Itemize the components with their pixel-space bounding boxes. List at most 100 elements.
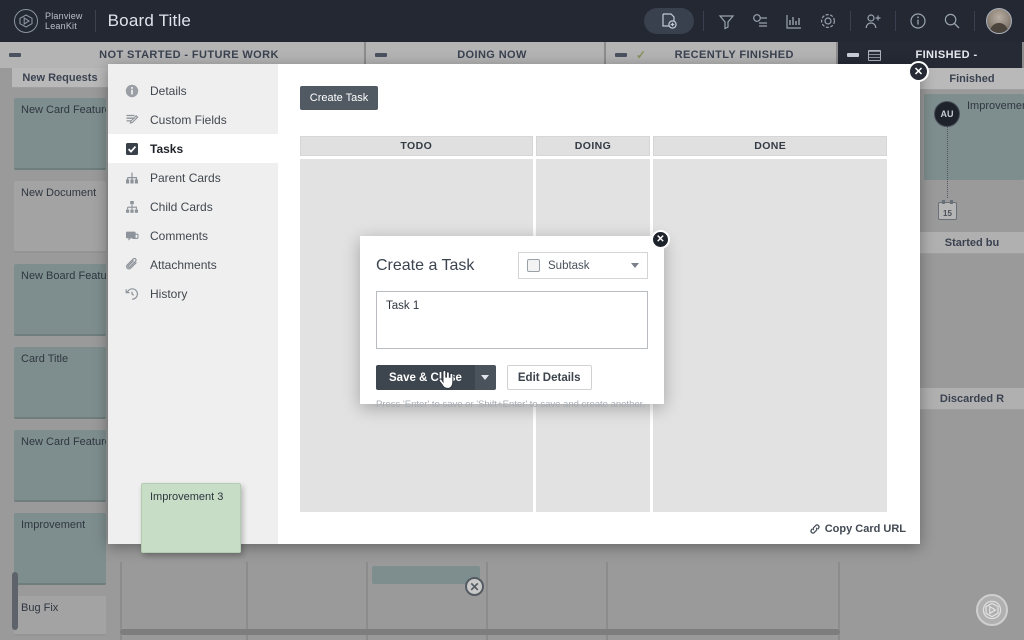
planview-logo-icon [14,9,38,33]
sublane-new-requests[interactable]: New Requests [12,68,108,88]
check-icon: ✓ [636,48,647,62]
divider [895,11,896,31]
dialog-hint-text: Press 'Enter' to save or 'Shift+Enter' t… [376,399,645,410]
copy-card-url-button[interactable]: Copy Card URL [809,523,906,535]
sidebar-item-tasks[interactable]: Tasks [108,134,278,163]
lane-card-layout-icon[interactable] [868,49,881,61]
create-task-button[interactable]: Create Task [300,86,378,110]
list-item[interactable]: Card Title [14,347,106,419]
sidebar-item-history[interactable]: History [108,279,278,308]
due-date-day: 15 [943,209,952,218]
divider [974,11,975,31]
task-type-value: Subtask [548,259,590,272]
avatar[interactable]: AU [934,101,960,127]
lane-title: NOT STARTED - FUTURE WORK [99,49,279,61]
dragged-card[interactable]: Improvement 3 [141,483,241,553]
sublane-started-but[interactable]: Started bu [920,232,1024,254]
board-horizontal-scrollbar[interactable] [120,629,840,635]
sidebar-item-details[interactable]: Details [108,76,278,105]
sidebar-item-attachments[interactable]: Attachments [108,250,278,279]
chevron-down-icon [481,375,490,380]
card-title: Bug Fix [21,602,59,614]
task-type-select[interactable]: Subtask [518,252,648,279]
brand-line-1: Planview [45,10,83,21]
list-item[interactable]: Improvement [960,94,1024,180]
task-column-headers: TODO DOING DONE [300,136,890,156]
top-navigation-bar: Planview LeanKit Board Title [0,0,1024,42]
info-icon [123,84,141,98]
copy-card-url-label: Copy Card URL [824,523,906,535]
card-title: Improvement [967,100,1024,112]
filter-icon[interactable] [709,6,743,36]
brand-line-2: LeanKit [45,21,77,31]
close-dialog-button[interactable]: ✕ [651,230,670,249]
list-item[interactable]: New Board Feature [14,264,106,336]
planview-logo-icon [982,600,1002,620]
divider [850,11,851,31]
collapse-lane-icon[interactable] [847,53,859,57]
collapse-lane-icon[interactable] [9,53,21,57]
sidebar-item-label: Comments [150,228,209,243]
sidebar-item-parent-cards[interactable]: Parent Cards [108,163,278,192]
card-title: New Card Feature [21,104,106,116]
no-drop-cursor-icon: ✕ [465,577,484,596]
list-item[interactable]: New Card Feature [14,430,106,502]
sublane-title: Discarded R [939,392,1005,405]
sidebar-item-label: Custom Fields [150,112,227,127]
backlog-scrollbar[interactable] [12,572,18,630]
collapse-lane-icon[interactable] [375,53,387,57]
task-column-done[interactable] [653,159,887,512]
sublane-discarded[interactable]: Discarded R [920,388,1024,410]
sublane-title: Finished [949,72,995,85]
sidebar-item-child-cards[interactable]: Child Cards [108,192,278,221]
dialog-title: Create a Task [376,256,475,274]
search-icon[interactable] [935,6,969,36]
lane-title: FINISHED - [915,49,978,61]
save-and-close-button[interactable]: Save & Close [376,365,475,390]
sidebar-item-comments[interactable]: Comments [108,221,278,250]
edit-details-button[interactable]: Edit Details [506,365,592,390]
divider [703,11,704,31]
card-title: New Board Feature [21,270,106,282]
avatar[interactable] [986,8,1012,34]
list-item[interactable]: New Document [14,181,106,253]
gear-icon[interactable] [811,6,845,36]
dialog-header: Create a Task Subtask [376,252,648,279]
due-date-icon[interactable]: 15 [938,200,957,220]
close-card-panel-button[interactable]: ✕ [908,61,929,82]
sliders-icon[interactable] [743,6,777,36]
app-root: Planview LeanKit Board Title NOT STARTED… [0,0,1024,640]
comment-icon [123,229,141,243]
link-icon [810,524,820,534]
parent-cards-icon [123,171,141,185]
card-title: New Card Feature [21,436,106,448]
chevron-down-icon [631,263,639,268]
task-column-header-doing: DOING [535,136,651,156]
list-item[interactable]: Bug Fix [14,596,106,636]
avatar-initials: AU [940,109,954,119]
info-icon[interactable] [901,6,935,36]
sidebar-item-label: History [150,286,188,301]
save-options-dropdown-button[interactable] [474,365,496,390]
help-launcher-button[interactable] [976,594,1008,626]
add-user-icon[interactable] [856,6,890,36]
sublane-finished[interactable]: Finished [920,68,1024,90]
list-item[interactable] [372,566,480,584]
sidebar-item-label: Attachments [150,257,217,272]
brand-name: Planview LeanKit [45,11,83,32]
lane-title: DOING NOW [457,49,527,61]
child-cards-icon [123,200,141,214]
sublane-title: New Requests [22,71,98,84]
collapse-lane-icon[interactable] [615,53,627,57]
task-column-header-done: DONE [653,136,887,156]
add-card-button[interactable] [644,8,694,34]
sidebar-item-custom-fields[interactable]: Custom Fields [108,105,278,134]
analytics-icon[interactable] [777,6,811,36]
page-title: Board Title [107,11,192,30]
brand-logo[interactable]: Planview LeanKit [14,9,83,33]
task-title-input[interactable] [376,291,648,349]
card-title: Improvement [21,519,86,531]
sidebar-item-label: Details [150,83,187,98]
list-item[interactable]: Improvement [14,513,106,585]
list-item[interactable]: New Card Feature [14,98,106,170]
